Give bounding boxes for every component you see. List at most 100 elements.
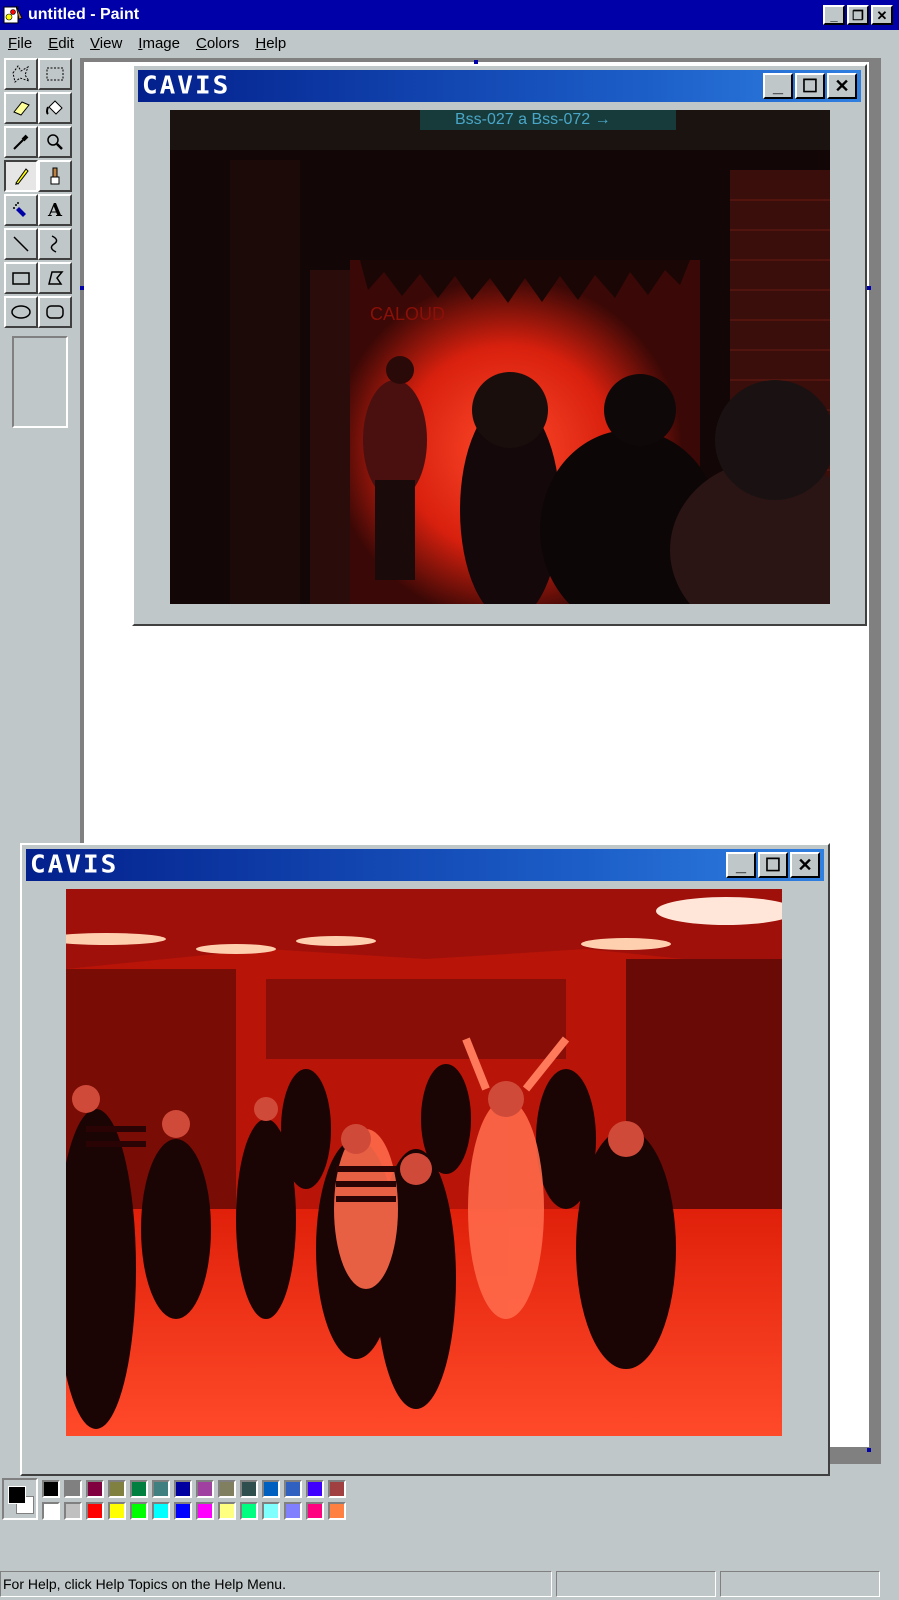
photo-window-1-title: CAVIS — [142, 71, 231, 101]
title-bar: untitled - Paint _ ❐ ✕ — [0, 0, 899, 30]
palette-swatch[interactable] — [328, 1502, 346, 1520]
eyedropper-icon — [13, 134, 29, 150]
color-palette — [0, 1470, 899, 1540]
current-colors-box[interactable] — [2, 1478, 38, 1520]
palette-swatch[interactable] — [262, 1480, 280, 1498]
free-form-select-tool[interactable] — [4, 58, 38, 90]
rounded-rectangle-icon — [46, 305, 64, 319]
text-tool[interactable]: A — [38, 194, 72, 226]
palette-swatch[interactable] — [152, 1502, 170, 1520]
photo-window-2[interactable]: CAVIS _ ☐ ✕ — [20, 843, 830, 1476]
palette-swatch[interactable] — [306, 1480, 324, 1498]
palette-swatch[interactable] — [108, 1502, 126, 1520]
menu-edit[interactable]: Edit — [48, 35, 74, 52]
line-tool[interactable] — [4, 228, 38, 260]
pencil-tool[interactable] — [4, 160, 38, 192]
palette-swatch[interactable] — [240, 1502, 258, 1520]
polygon-tool[interactable] — [38, 262, 72, 294]
resize-handle[interactable] — [867, 1448, 871, 1452]
palette-swatch[interactable] — [262, 1502, 280, 1520]
magnifier-icon — [47, 134, 63, 150]
palette-swatch[interactable] — [152, 1480, 170, 1498]
menu-view[interactable]: View — [90, 35, 122, 52]
select-icon — [46, 67, 64, 81]
curve-tool[interactable] — [38, 228, 72, 260]
photo-party — [66, 889, 782, 1436]
eraser-icon — [13, 101, 30, 116]
palette-swatch[interactable] — [108, 1480, 126, 1498]
palette-swatch[interactable] — [86, 1480, 104, 1498]
status-help-text: For Help, click Help Topics on the Help … — [0, 1571, 552, 1597]
status-bar: For Help, click Help Topics on the Help … — [0, 1568, 899, 1600]
fill-with-color-tool[interactable] — [38, 92, 72, 124]
brush-icon — [50, 167, 60, 185]
palette-swatch[interactable] — [64, 1502, 82, 1520]
curve-icon — [50, 235, 58, 253]
ellipse-icon — [11, 305, 31, 319]
palette-swatch[interactable] — [306, 1502, 324, 1520]
menu-file[interactable]: File — [8, 35, 32, 52]
restore-button[interactable]: ❐ — [847, 5, 869, 25]
line-icon — [13, 236, 29, 252]
palette-swatch[interactable] — [42, 1502, 60, 1520]
close-button[interactable]: ✕ — [871, 5, 893, 25]
rectangle-icon — [12, 272, 30, 285]
menu-help[interactable]: Help — [255, 35, 286, 52]
photo-1-maximize-button[interactable]: ☐ — [795, 73, 825, 99]
palette-swatch[interactable] — [240, 1480, 258, 1498]
foreground-color-swatch — [8, 1486, 26, 1504]
eraser-tool[interactable] — [4, 92, 38, 124]
photo-window-2-title-bar: CAVIS _ ☐ ✕ — [26, 849, 824, 881]
status-size — [720, 1571, 880, 1597]
photo-sign-text: Bss-027 a Bss-072 → — [455, 111, 611, 128]
palette-swatch[interactable] — [64, 1480, 82, 1498]
paint-bucket-icon — [46, 100, 63, 115]
palette-swatch[interactable] — [218, 1480, 236, 1498]
pick-color-tool[interactable] — [4, 126, 38, 158]
palette-swatch[interactable] — [174, 1480, 192, 1498]
photo-wall-text: CALOUD — [370, 304, 445, 324]
photo-1-minimize-button[interactable]: _ — [763, 73, 793, 99]
photo-entrance: Bss-027 a Bss-072 → CALOUD — [170, 110, 830, 604]
ellipse-tool[interactable] — [4, 296, 38, 328]
palette-swatch[interactable] — [130, 1502, 148, 1520]
resize-handle[interactable] — [867, 286, 871, 290]
menu-image[interactable]: Image — [138, 35, 180, 52]
menu-bar: File Edit View Image Colors Help — [0, 30, 899, 56]
palette-swatch[interactable] — [196, 1480, 214, 1498]
pencil-icon — [15, 168, 29, 185]
photo-window-1[interactable]: CAVIS _ ☐ ✕ Bss-027 a Bss-072 → CALOUD — [132, 64, 867, 626]
rectangle-tool[interactable] — [4, 262, 38, 294]
status-coordinates — [556, 1571, 716, 1597]
airbrush-tool[interactable] — [4, 194, 38, 226]
photo-2-maximize-button[interactable]: ☐ — [758, 852, 788, 878]
select-tool[interactable] — [38, 58, 72, 90]
polygon-icon — [48, 271, 64, 285]
airbrush-icon — [13, 202, 26, 217]
text-a-icon: A — [48, 199, 62, 221]
resize-handle[interactable] — [80, 286, 84, 290]
menu-colors[interactable]: Colors — [196, 35, 239, 52]
palette-swatch[interactable] — [284, 1502, 302, 1520]
brush-tool[interactable] — [38, 160, 72, 192]
palette-swatch[interactable] — [42, 1480, 60, 1498]
palette-swatch[interactable] — [328, 1480, 346, 1498]
palette-swatch[interactable] — [174, 1502, 192, 1520]
window-title: untitled - Paint — [28, 6, 140, 23]
minimize-button[interactable]: _ — [823, 5, 845, 25]
rounded-rectangle-tool[interactable] — [38, 296, 72, 328]
palette-swatch[interactable] — [284, 1480, 302, 1498]
photo-2-minimize-button[interactable]: _ — [726, 852, 756, 878]
vertical-scrollbar[interactable] — [881, 58, 889, 1464]
magnifier-tool[interactable] — [38, 126, 72, 158]
photo-window-2-title: CAVIS — [30, 850, 119, 880]
palette-swatch[interactable] — [86, 1502, 104, 1520]
photo-2-close-button[interactable]: ✕ — [790, 852, 820, 878]
palette-swatch[interactable] — [130, 1480, 148, 1498]
palette-swatch[interactable] — [218, 1502, 236, 1520]
photo-window-1-title-bar: CAVIS _ ☐ ✕ — [138, 70, 861, 102]
paint-app-icon[interactable] — [2, 4, 24, 26]
tool-options-box[interactable] — [12, 336, 68, 428]
photo-1-close-button[interactable]: ✕ — [827, 73, 857, 99]
palette-swatch[interactable] — [196, 1502, 214, 1520]
